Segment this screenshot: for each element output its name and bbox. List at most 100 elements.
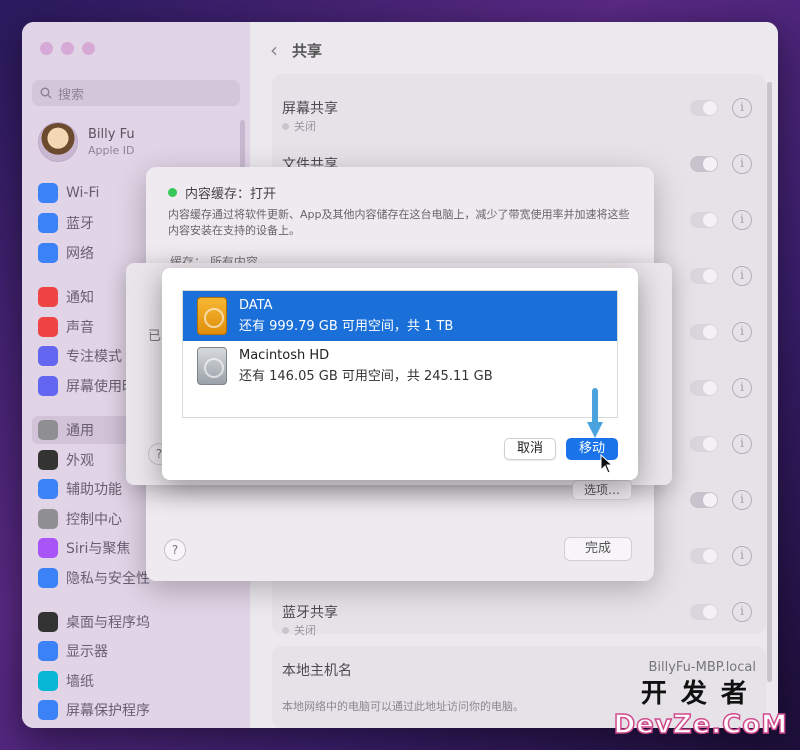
volume-list: DATA 还有 999.79 GB 可用空间，共 1 TB Macintosh …: [182, 290, 618, 418]
cache-status: 内容缓存：打开: [168, 183, 276, 202]
sidebar-item[interactable]: 屏幕保护程序: [32, 696, 242, 724]
sidebar-item-icon: [38, 243, 58, 263]
sidebar-item-icon: [38, 612, 58, 632]
volume-item-macintosh-hd[interactable]: Macintosh HD 还有 146.05 GB 可用空间，共 245.11 …: [183, 341, 617, 391]
screen-sharing-toggle[interactable]: [690, 100, 718, 116]
main-scrollbar[interactable]: [767, 82, 772, 682]
sharing-toggle[interactable]: [690, 548, 718, 564]
done-button[interactable]: 完成: [564, 537, 632, 561]
sharing-row-bluetooth: 蓝牙共享 关闭 i: [272, 588, 766, 644]
sidebar-item-icon: [38, 183, 58, 203]
cache-status-label: 内容缓存：打开: [185, 187, 277, 202]
volume-name: DATA: [239, 298, 273, 313]
info-icon[interactable]: i: [732, 546, 752, 566]
sidebar-item-label: 专注模式: [66, 349, 122, 365]
user-name: Billy Fu: [88, 127, 135, 142]
sidebar-item[interactable]: 墙纸: [32, 667, 242, 695]
sidebar-item-icon: [38, 317, 58, 337]
page-title: 共享: [292, 41, 323, 60]
sidebar-item-icon: [38, 700, 58, 720]
volume-picker-dialog: DATA 还有 999.79 GB 可用空间，共 1 TB Macintosh …: [162, 268, 638, 480]
sidebar-item-icon: [38, 568, 58, 588]
watermark-bottom: DevZe.CoM: [613, 709, 788, 741]
sidebar-item-label: 隐私与安全性: [66, 571, 150, 587]
main-header: ‹ 共享: [270, 38, 322, 62]
info-icon[interactable]: i: [732, 322, 752, 342]
volume-item-data[interactable]: DATA 还有 999.79 GB 可用空间，共 1 TB: [183, 291, 617, 341]
row-title: 屏幕共享: [282, 101, 338, 117]
hostname-description: 本地网络中的电脑可以通过此地址访问你的电脑。: [282, 700, 524, 713]
search-placeholder: 搜索: [58, 87, 85, 103]
sidebar-item-icon: [38, 287, 58, 307]
sidebar-item[interactable]: 桌面与程序坞: [32, 608, 242, 636]
info-icon[interactable]: i: [732, 98, 752, 118]
info-icon[interactable]: i: [732, 154, 752, 174]
sidebar-item[interactable]: 显示器: [32, 637, 242, 665]
sidebar-item-label: 外观: [66, 453, 94, 469]
sidebar-item-label: 控制中心: [66, 512, 122, 528]
help-button[interactable]: ?: [164, 539, 186, 561]
watermark-top: 开发者: [640, 679, 761, 709]
sidebar-item-label: 墙纸: [66, 674, 94, 690]
sidebar-item-label: Siri与聚焦: [66, 541, 131, 557]
external-drive-icon: [197, 297, 227, 335]
sidebar-item-icon: [38, 450, 58, 470]
sidebar-item-icon: [38, 420, 58, 440]
sidebar-item-icon: [38, 479, 58, 499]
bluetooth-sharing-toggle[interactable]: [690, 604, 718, 620]
options-button[interactable]: 选项…: [572, 480, 632, 500]
sidebar-item-icon: [38, 509, 58, 529]
sharing-toggle[interactable]: [690, 212, 718, 228]
mouse-cursor-icon: [600, 454, 614, 474]
back-button[interactable]: ‹: [270, 38, 278, 62]
volume-info: 还有 999.79 GB 可用空间，共 1 TB: [239, 319, 454, 334]
sharing-toggle[interactable]: [690, 380, 718, 396]
sidebar-item-icon: [38, 346, 58, 366]
info-icon[interactable]: i: [732, 378, 752, 398]
sidebar-item-label: 网络: [66, 246, 94, 262]
status-dot-icon: [168, 188, 177, 197]
site-watermark: 开发者 DevZe.CoM: [613, 673, 788, 741]
search-input[interactable]: 搜索: [32, 80, 240, 106]
sidebar-item-label: 显示器: [66, 644, 108, 660]
apple-id-user[interactable]: Billy Fu Apple ID: [38, 122, 135, 162]
sidebar-item-label: 声音: [66, 320, 94, 336]
info-icon[interactable]: i: [732, 602, 752, 622]
info-icon[interactable]: i: [732, 490, 752, 510]
sharing-toggle[interactable]: [690, 324, 718, 340]
user-sub: Apple ID: [88, 144, 135, 157]
traffic-lights: [40, 42, 95, 55]
row-status: 关闭: [282, 118, 316, 134]
info-icon[interactable]: i: [732, 266, 752, 286]
search-icon: [40, 87, 52, 99]
cache-description: 内容缓存通过将软件更新、App及其他内容储存在这台电脑上，减少了带宽使用率并加速…: [168, 208, 630, 237]
close-window-button[interactable]: [40, 42, 53, 55]
sidebar-item-icon: [38, 376, 58, 396]
minimize-window-button[interactable]: [61, 42, 74, 55]
sidebar-item-label: 桌面与程序坞: [66, 615, 150, 631]
zoom-window-button[interactable]: [82, 42, 95, 55]
sidebar-item-label: 通知: [66, 290, 94, 306]
sharing-row-screen: 屏幕共享 关闭 i: [272, 84, 766, 140]
sidebar-item-label: Wi-Fi: [66, 185, 100, 201]
info-icon[interactable]: i: [732, 434, 752, 454]
sharing-toggle[interactable]: [690, 492, 718, 508]
internal-drive-icon: [197, 347, 227, 385]
sidebar-item-icon: [38, 213, 58, 233]
annotation-arrow-icon: [587, 388, 603, 438]
cancel-button[interactable]: 取消: [504, 438, 556, 460]
row-status: 关闭: [282, 622, 316, 638]
file-sharing-toggle[interactable]: [690, 156, 718, 172]
sidebar-item-icon: [38, 538, 58, 558]
sharing-toggle[interactable]: [690, 436, 718, 452]
sidebar-item-label: 屏幕保护程序: [66, 703, 150, 719]
volume-name: Macintosh HD: [239, 348, 330, 363]
sidebar-item-icon: [38, 671, 58, 691]
hostname-label: 本地主机名: [282, 663, 352, 679]
dialog-label: 已: [148, 329, 162, 344]
sharing-toggle[interactable]: [690, 268, 718, 284]
row-title: 蓝牙共享: [282, 605, 338, 621]
sidebar-item-label: 辅助功能: [66, 482, 122, 498]
sidebar-item-label: 蓝牙: [66, 216, 94, 232]
info-icon[interactable]: i: [732, 210, 752, 230]
